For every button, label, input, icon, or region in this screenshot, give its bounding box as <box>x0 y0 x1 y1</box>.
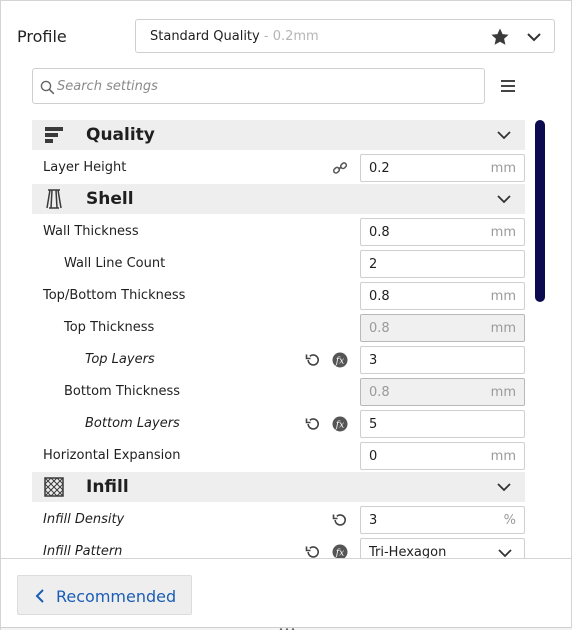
category-title: Shell <box>86 189 134 209</box>
footer-divider <box>1 558 572 559</box>
setting-row-horizontal-expansion: Horizontal Expansion 0 mm <box>32 440 525 472</box>
profile-dropdown[interactable]: Standard Quality - 0.2mm <box>135 19 555 53</box>
bottom-thickness-input: 0.8 mm <box>360 378 525 406</box>
category-title: Quality <box>86 125 155 145</box>
print-settings-panel: Profile Standard Quality - 0.2mm Quality… <box>0 0 572 630</box>
chevron-down-icon <box>498 549 512 558</box>
recommended-label: Recommended <box>56 587 177 606</box>
settings-menu-icon[interactable] <box>498 76 518 96</box>
link-icon[interactable] <box>332 160 348 176</box>
category-shell[interactable]: Shell <box>32 184 525 214</box>
setting-label: Top Layers <box>85 352 155 367</box>
star-icon[interactable] <box>490 27 510 47</box>
formula-icon[interactable]: fx <box>332 544 348 558</box>
setting-label: Bottom Thickness <box>64 384 181 399</box>
setting-row-top-thickness: Top Thickness 0.8 mm <box>32 312 525 344</box>
setting-row-bottom-thickness: Bottom Thickness 0.8 mm <box>32 376 525 408</box>
chevron-down-icon[interactable] <box>497 128 511 142</box>
quality-icon <box>45 127 63 143</box>
chevron-left-icon <box>35 589 44 603</box>
scrollbar-thumb[interactable] <box>535 120 545 302</box>
search-input[interactable] <box>57 69 477 103</box>
top-bottom-thickness-input[interactable]: 0.8 mm <box>360 282 525 310</box>
reset-icon[interactable] <box>305 352 321 368</box>
setting-label: Layer Height <box>43 160 127 175</box>
formula-icon[interactable]: fx <box>332 352 348 368</box>
horizontal-expansion-input[interactable]: 0 mm <box>360 442 525 470</box>
bottom-layers-input[interactable]: 5 <box>360 410 525 438</box>
reset-icon[interactable] <box>305 544 321 558</box>
setting-row-bottom-layers: Bottom Layers fx 5 <box>32 408 525 440</box>
profile-label: Profile <box>17 27 67 46</box>
setting-row-wall-line-count: Wall Line Count 2 <box>32 248 525 280</box>
recommended-button[interactable]: Recommended <box>17 575 192 615</box>
setting-label: Infill Density <box>43 512 125 527</box>
chevron-down-icon[interactable] <box>497 480 511 494</box>
setting-label: Horizontal Expansion <box>43 448 181 463</box>
search-icon <box>40 80 55 95</box>
infill-density-input[interactable]: 3 % <box>360 506 525 534</box>
setting-label: Top Thickness <box>64 320 155 335</box>
svg-text:fx: fx <box>335 549 344 559</box>
setting-label: Infill Pattern <box>43 544 123 558</box>
wall-thickness-input[interactable]: 0.8 mm <box>360 218 525 246</box>
shell-icon <box>46 189 62 209</box>
chevron-down-icon[interactable] <box>526 29 542 45</box>
infill-icon <box>44 477 64 497</box>
reset-icon[interactable] <box>332 512 348 528</box>
search-box[interactable] <box>32 68 485 104</box>
setting-row-infill-pattern: Infill Pattern fx Tri-Hexagon <box>32 536 525 558</box>
setting-row-top-layers: Top Layers fx 3 <box>32 344 525 376</box>
layer-height-input[interactable]: 0.2 mm <box>360 154 525 182</box>
setting-row-infill-density: Infill Density 3 % <box>32 504 525 536</box>
setting-row-layer-height: Layer Height 0.2 mm <box>32 152 525 184</box>
svg-text:fx: fx <box>335 357 344 367</box>
wall-line-count-input[interactable]: 2 <box>360 250 525 278</box>
top-thickness-input: 0.8 mm <box>360 314 525 342</box>
setting-row-wall-thickness: Wall Thickness 0.8 mm <box>32 216 525 248</box>
profile-selected-value: Standard Quality - 0.2mm <box>150 29 319 44</box>
category-title: Infill <box>86 477 129 497</box>
setting-label: Wall Line Count <box>64 256 166 271</box>
reset-icon[interactable] <box>305 416 321 432</box>
setting-label: Top/Bottom Thickness <box>43 288 186 303</box>
setting-label: Bottom Layers <box>85 416 180 431</box>
svg-text:fx: fx <box>335 421 344 431</box>
setting-row-top-bottom-thickness: Top/Bottom Thickness 0.8 mm <box>32 280 525 312</box>
top-layers-input[interactable]: 3 <box>360 346 525 374</box>
category-quality[interactable]: Quality <box>32 120 525 150</box>
infill-pattern-dropdown[interactable]: Tri-Hexagon <box>360 538 525 558</box>
chevron-down-icon[interactable] <box>497 192 511 206</box>
setting-label: Wall Thickness <box>43 224 139 239</box>
formula-icon[interactable]: fx <box>332 416 348 432</box>
category-infill[interactable]: Infill <box>32 472 525 502</box>
